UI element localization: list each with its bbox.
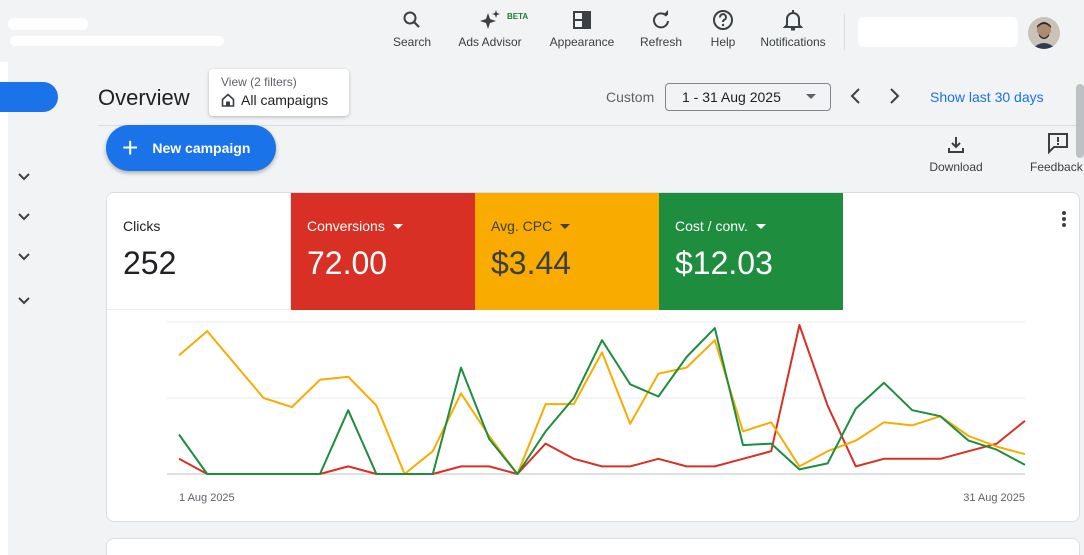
date-range-value: 1 - 31 Aug 2025 (682, 89, 781, 105)
metric-clicks[interactable]: Clicks 252 (107, 193, 291, 310)
dropdown-caret-icon (806, 94, 816, 99)
notifications-button[interactable]: Notifications (748, 8, 838, 49)
new-campaign-label: New campaign (152, 140, 251, 156)
download-label: Download (929, 160, 983, 174)
chevron-right-icon[interactable] (885, 86, 903, 106)
page-title: Overview (98, 85, 190, 110)
download-button[interactable]: Download (922, 130, 990, 174)
appearance-icon (537, 8, 627, 32)
metric-clicks-value: 252 (123, 245, 177, 281)
top-bar: Search BETA Ads Advisor Appearance Refre… (0, 0, 1084, 62)
metric-avg-cpc-label: Avg. CPC (491, 218, 553, 234)
chart-series-line-2 (178, 330, 1026, 475)
metric-conversions-label: Conversions (307, 218, 385, 234)
search-icon (367, 8, 457, 32)
dropdown-caret-icon (392, 223, 403, 229)
metric-cost-per-conv[interactable]: Cost / conv. $12.03 (659, 193, 843, 310)
chart-series-line-3 (178, 327, 1026, 475)
account-name-redacted (8, 18, 88, 30)
chart-series-line-1 (178, 324, 1026, 475)
view-filter-count: View (2 filters) (221, 75, 297, 89)
chart-series (178, 324, 1026, 475)
performance-chart: 1 Aug 2025 31 Aug 2025 (167, 321, 1026, 504)
ads-advisor-button[interactable]: BETA Ads Advisor (445, 8, 535, 49)
show-last-30-days-link[interactable]: Show last 30 days (930, 89, 1044, 105)
chart-grid (167, 321, 1025, 475)
feedback-label: Feedback (1030, 160, 1083, 174)
nav-active-item[interactable] (0, 82, 58, 112)
dropdown-caret-icon (755, 223, 766, 229)
toolbar-divider (844, 14, 845, 50)
date-preset-label: Custom (606, 89, 655, 105)
x-axis-end-label: 31 Aug 2025 (963, 492, 1025, 504)
plus-icon: + (122, 132, 139, 163)
new-campaign-button[interactable]: + New campaign (106, 125, 276, 171)
x-axis-start-label: 1 Aug 2025 (179, 492, 235, 504)
chevron-down-icon[interactable] (16, 293, 32, 309)
secondary-card (106, 538, 1080, 555)
appearance-button[interactable]: Appearance (537, 8, 627, 49)
metric-avg-cpc-value: $3.44 (491, 245, 572, 281)
search-label: Search (392, 35, 432, 49)
account-id-redacted (10, 36, 224, 46)
home-icon (221, 93, 235, 107)
chevron-left-icon[interactable] (847, 86, 865, 106)
campaign-view-selector[interactable]: View (2 filters) All campaigns (209, 69, 349, 116)
more-options-icon[interactable] (1062, 211, 1066, 229)
metric-clicks-label: Clicks (123, 218, 161, 234)
metric-cost-per-conv-value: $12.03 (675, 245, 773, 281)
search-button[interactable]: Search (367, 8, 457, 49)
ads-advisor-label: Ads Advisor (458, 35, 522, 49)
metric-conversions[interactable]: Conversions 72.00 (291, 193, 475, 310)
metric-cost-per-conv-label: Cost / conv. (675, 218, 748, 234)
avatar[interactable] (1028, 17, 1060, 49)
user-email-redacted (858, 17, 1018, 47)
view-name: All campaigns (241, 92, 329, 108)
metric-avg-cpc[interactable]: Avg. CPC $3.44 (475, 193, 659, 310)
bell-icon (748, 8, 838, 32)
chevron-down-icon[interactable] (16, 169, 32, 185)
dropdown-caret-icon (560, 223, 571, 229)
appearance-label: Appearance (549, 35, 615, 49)
download-icon (922, 130, 990, 154)
chevron-down-icon[interactable] (16, 249, 32, 265)
notifications-label: Notifications (760, 35, 826, 49)
performance-card: Clicks 252 Conversions 72.00 Avg. CPC $3… (106, 192, 1080, 522)
left-rail (0, 62, 8, 555)
metric-conversions-value: 72.00 (307, 245, 388, 281)
feedback-icon (1030, 130, 1084, 154)
beta-badge: BETA (507, 12, 529, 21)
chevron-down-icon[interactable] (16, 209, 32, 225)
feedback-button[interactable]: Feedback (1030, 130, 1084, 174)
